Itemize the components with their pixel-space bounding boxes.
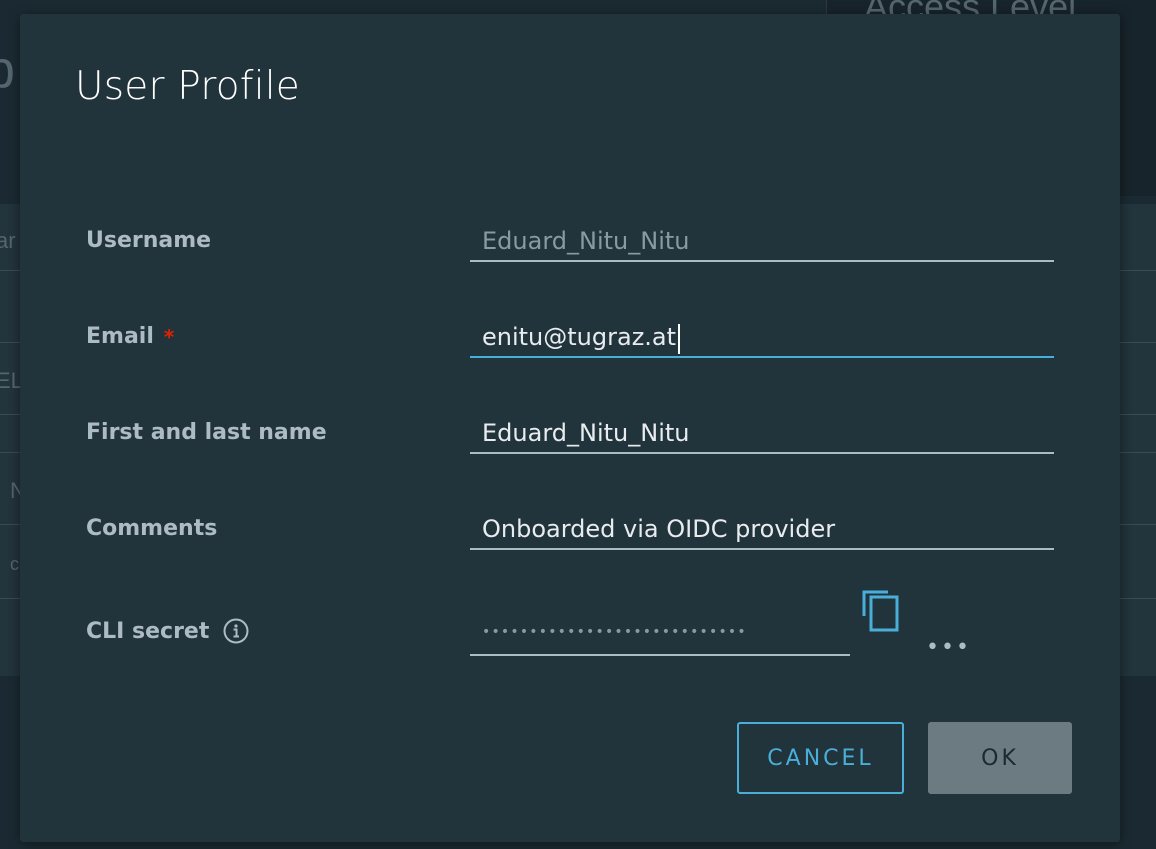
full-name-label-text: First and last name <box>86 420 327 445</box>
copy-icon[interactable] <box>860 586 904 634</box>
username-label-text: Username <box>86 228 212 253</box>
username-input[interactable] <box>470 222 1054 262</box>
email-label-text: Email <box>86 324 154 349</box>
table-cell-fragment: c <box>10 554 19 574</box>
full-name-input[interactable] <box>470 414 1054 454</box>
ellipsis-icon[interactable]: ••• <box>926 637 970 659</box>
cli-secret-field[interactable]: •••••••••••••••••••••••••••• <box>470 614 850 656</box>
text-caret <box>678 324 680 354</box>
required-indicator: * <box>163 324 175 349</box>
comments-input[interactable] <box>470 510 1054 550</box>
full-name-label: First and last name <box>86 420 327 445</box>
ok-button[interactable]: OK <box>928 722 1072 794</box>
background-page-title-fragment: b <box>0 41 15 99</box>
cancel-button[interactable]: CANCEL <box>737 722 904 794</box>
info-circle-icon[interactable] <box>223 618 249 644</box>
cli-secret-label: CLI secret <box>86 618 249 644</box>
comments-label: Comments <box>86 516 217 541</box>
cli-secret-label-text: CLI secret <box>86 618 210 644</box>
email-input[interactable] <box>470 318 1054 358</box>
modal-title: User Profile <box>75 64 300 109</box>
table-cell-fragment: ar <box>0 228 16 253</box>
user-profile-modal: User Profile Username Email * First and … <box>20 14 1120 842</box>
comments-label-text: Comments <box>86 516 218 541</box>
email-label: Email * <box>86 324 174 349</box>
username-label: Username <box>86 228 211 253</box>
